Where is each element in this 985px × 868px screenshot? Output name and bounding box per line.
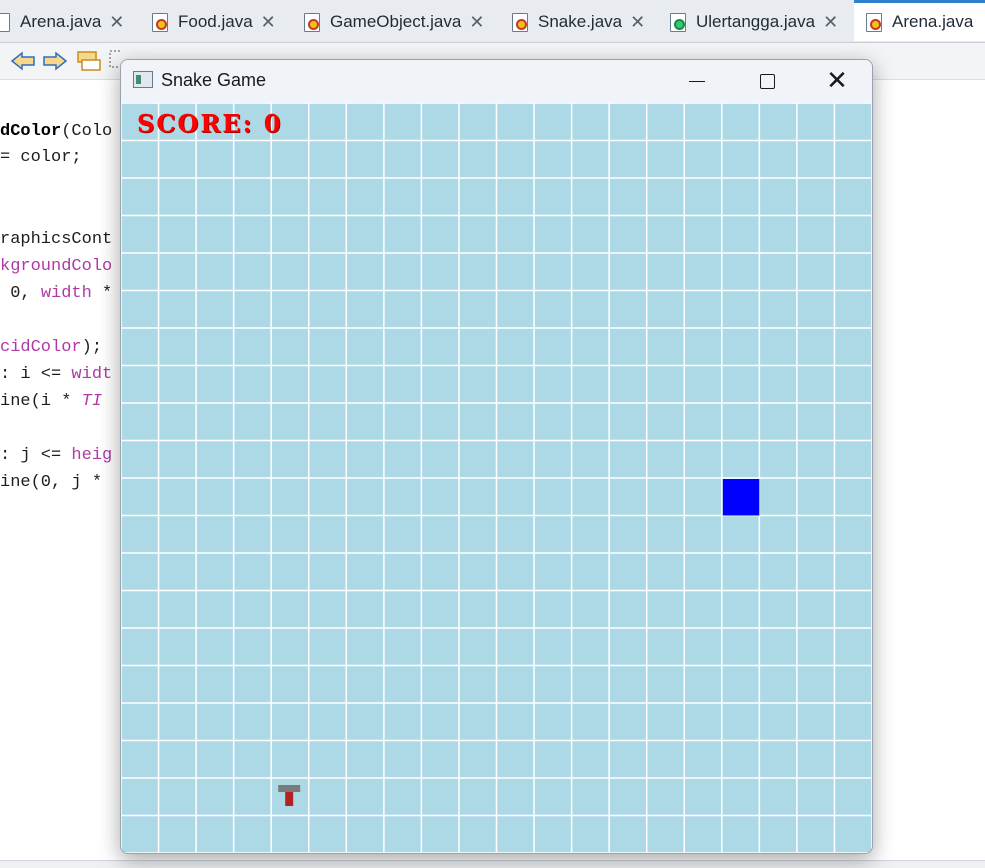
snake-game-window[interactable]: Snake Game ✕ SCORE: 0 (120, 59, 873, 854)
maximize-button[interactable] (732, 60, 802, 102)
toggle-icon (81, 59, 101, 71)
minimize-icon (689, 80, 705, 82)
code-line: kgroundColo (0, 257, 113, 276)
selection-icon (109, 50, 120, 68)
minimize-button[interactable] (662, 60, 732, 102)
code-line: 0, width * (0, 284, 113, 303)
tab-label: GameObject.java (330, 12, 462, 31)
maximize-icon (759, 73, 775, 89)
code-line: dColor(Colo (0, 122, 113, 141)
code-line: raphicsCont (0, 230, 113, 249)
java-file-icon (150, 12, 170, 32)
tab-gameobject-java[interactable]: GameObject.java ✕ (302, 3, 484, 41)
editor-tab-bar: Arena.java ✕ Food.java ✕ GameObject.java… (0, 0, 985, 43)
close-icon: ✕ (826, 66, 848, 96)
back-arrow-icon (10, 51, 35, 71)
java-file-icon (0, 12, 12, 32)
tab-label: Snake.java (538, 12, 623, 31)
close-button[interactable]: ✕ (802, 60, 872, 102)
window-title: Snake Game (161, 70, 267, 90)
close-icon[interactable]: ✕ (823, 12, 838, 33)
forward-arrow-icon (43, 51, 68, 71)
close-icon[interactable]: ✕ (469, 12, 484, 33)
code-line: ine(i * TI (0, 392, 103, 411)
code-line: : i <= widt (0, 365, 113, 384)
tab-arena-java-1[interactable]: Arena.java ✕ (0, 3, 124, 41)
close-icon[interactable]: ✕ (630, 12, 645, 33)
java-app-icon (133, 71, 153, 88)
close-icon[interactable]: ✕ (109, 12, 124, 33)
game-arena[interactable]: SCORE: 0 (121, 103, 872, 853)
java-main-file-icon (668, 12, 688, 32)
tab-food-java[interactable]: Food.java ✕ (150, 3, 276, 41)
tab-label: Arena.java (20, 12, 102, 31)
toolbar-icons (10, 50, 120, 71)
code-line: cidColor); (0, 338, 103, 357)
game-grid (121, 103, 872, 853)
tab-snake-java[interactable]: Snake.java ✕ (510, 3, 645, 41)
code-line: ine(0, j * (0, 473, 103, 492)
toolbar-icons-right (870, 43, 985, 79)
snake-head (278, 785, 301, 792)
tab-label: Ulertangga.java (696, 12, 816, 31)
java-file-icon (510, 12, 530, 32)
snake-body (285, 792, 294, 806)
tab-arena-java-active[interactable]: Arena.java (854, 0, 985, 41)
code-line: = color; (0, 148, 82, 167)
score-label: SCORE: 0 (137, 109, 283, 138)
java-file-icon (864, 12, 884, 32)
close-icon[interactable]: ✕ (261, 12, 276, 33)
food-block (722, 479, 760, 516)
tab-ulertangga-java[interactable]: Ulertangga.java ✕ (668, 3, 838, 41)
tab-label: Arena.java (892, 12, 974, 31)
code-line: : j <= heig (0, 446, 113, 465)
window-titlebar[interactable]: Snake Game ✕ (121, 60, 872, 102)
tab-label: Food.java (178, 12, 253, 31)
java-file-icon (302, 12, 322, 32)
